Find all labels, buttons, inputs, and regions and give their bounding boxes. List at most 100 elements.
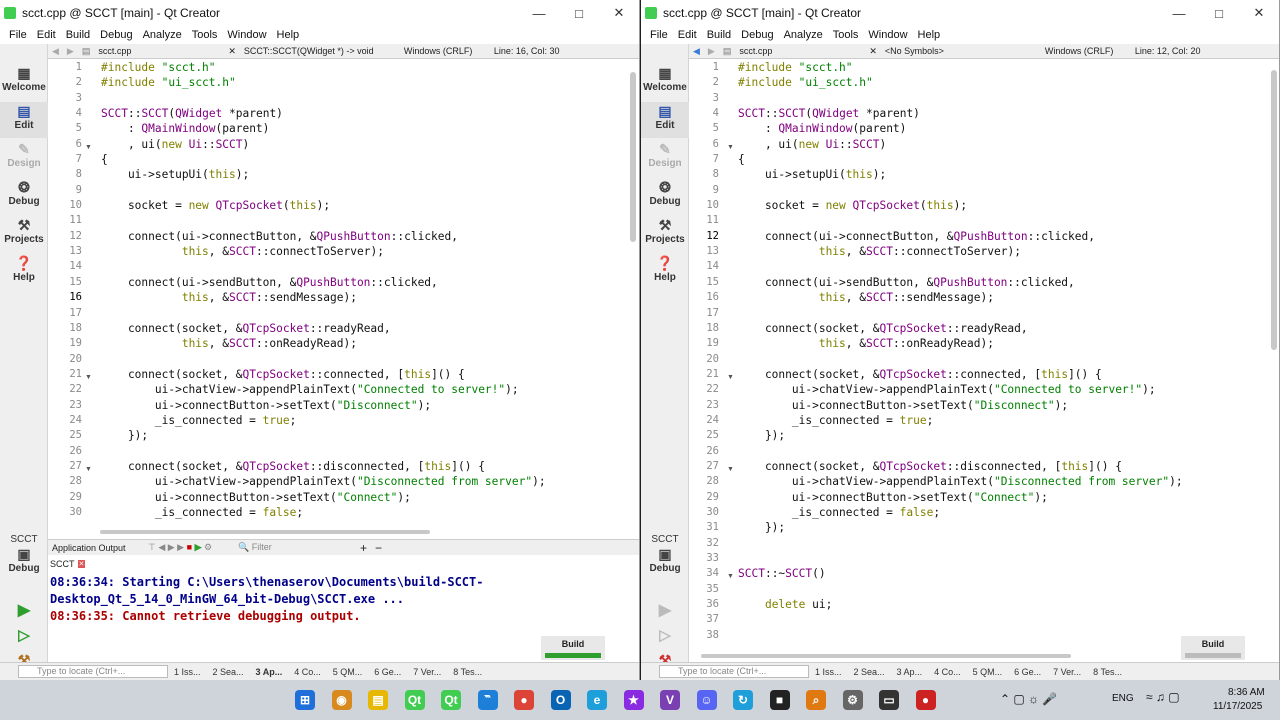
code-line[interactable]: connect(ui->sendButton, &QPushButton::cl… [101,275,630,290]
code-line[interactable]: , ui(new Ui::SCCT) [738,137,1271,152]
menu-build[interactable]: Build [702,29,736,41]
menu-debug[interactable]: Debug [95,29,137,41]
mode-projects[interactable]: ⚒ Projects [0,216,48,252]
menu-tools[interactable]: Tools [187,29,223,41]
code-line[interactable]: : QMainWindow(parent) [101,121,630,136]
horizontal-scrollbar[interactable] [701,654,1071,658]
mode-help[interactable]: ❓ Help [0,254,48,290]
mode-debug[interactable]: ❂ Debug [641,178,689,214]
code-line[interactable] [738,91,1271,106]
mode-debug[interactable]: ❂ Debug [0,178,48,214]
vertical-scrollbar[interactable] [630,72,636,242]
build-progress[interactable]: Build [1181,636,1245,660]
run-icon[interactable]: ▶ [0,600,48,622]
close-document-icon[interactable]: ✕ [865,46,881,57]
encoding-selector[interactable]: Windows (CRLF) [400,46,490,56]
code-line[interactable]: this, &SCCT::onReadyRead); [738,336,1271,351]
close-document-icon[interactable]: ✕ [224,46,240,57]
code-line[interactable]: }); [738,428,1271,443]
fold-marker-icon[interactable]: ▼ [85,374,92,381]
cursor-position[interactable]: Line: 12, Col: 20 [1131,46,1205,56]
pane-issues[interactable]: 1 Iss... [815,667,842,677]
code-line[interactable]: : QMainWindow(parent) [738,121,1271,136]
maximize-icon[interactable]: □ [1199,6,1239,21]
encoding-selector[interactable]: Windows (CRLF) [1041,46,1131,56]
code-line[interactable]: this, &SCCT::connectToServer); [738,244,1271,259]
menu-window[interactable]: Window [222,29,271,41]
code-text[interactable]: #include "scct.h" #include "ui_scct.h" SC… [101,60,630,522]
pane-version[interactable]: 7 Ver... [413,667,441,677]
cursor-position[interactable]: Line: 16, Col: 30 [490,46,564,56]
forward-icon[interactable]: ▶ [63,46,78,57]
pane-tests[interactable]: 8 Tes... [1093,667,1122,677]
code-line[interactable]: this, &SCCT::sendMessage); [101,290,630,305]
code-line[interactable]: connect(socket, &QTcpSocket::readyRead, [101,321,630,336]
fold-marker-icon[interactable]: ▼ [727,374,734,381]
code-line[interactable] [738,213,1271,228]
code-line[interactable]: ui->chatView->appendPlainText("Connected… [101,382,630,397]
code-line[interactable]: ui->setupUi(this); [101,167,630,182]
horizontal-scrollbar[interactable] [100,530,430,534]
qt-creator-icon[interactable]: Qt [404,690,425,710]
code-line[interactable] [101,259,630,274]
visual-studio-icon[interactable]: V [660,690,680,710]
menu-analyze[interactable]: Analyze [138,29,187,41]
mode-design[interactable]: ✎ Design [0,140,48,176]
code-line[interactable]: }); [738,520,1271,535]
code-line[interactable]: connect(socket, &QTcpSocket::connected, … [101,367,630,382]
code-editor[interactable]: 1 2 3 4 5 6 7 8 9 10 11 12 13 14 15 16 17 18 19 20 21 22 23 24 2… [48,60,638,522]
pane-issues[interactable]: 1 Iss... [174,667,201,677]
mode-edit[interactable]: ▤ Edit [0,102,48,138]
edge-icon[interactable]: e [587,690,607,710]
chrome-icon[interactable]: ● [514,690,534,710]
menu-edit[interactable]: Edit [32,29,61,41]
code-line[interactable] [101,91,630,106]
menu-help[interactable]: Help [913,29,946,41]
pane-tests[interactable]: 8 Tes... [453,667,482,677]
app-icon[interactable]: ★ [623,690,644,710]
locator-input[interactable]: Type to locate (Ctrl+... [18,665,168,678]
menu-edit[interactable]: Edit [673,29,702,41]
vscode-icon[interactable]: ‷ [477,690,498,710]
minimize-icon[interactable]: — [1159,6,1199,21]
add-icon[interactable]: + [360,541,367,555]
symbol-selector[interactable]: <No Symbols> [881,46,1041,56]
vertical-scrollbar[interactable] [1271,70,1277,350]
tray-icons[interactable]: ⌃ ▢ ☼ 🎤 [1000,692,1057,706]
start-icon[interactable]: ⊞ [295,690,315,710]
code-line[interactable] [738,183,1271,198]
code-line[interactable]: }); [101,428,630,443]
code-line[interactable]: SCCT::~SCCT() [738,566,1271,581]
recorder-icon[interactable]: ● [915,690,936,710]
menu-build[interactable]: Build [61,29,95,41]
menu-tools[interactable]: Tools [828,29,864,41]
close-icon[interactable]: ✕ [599,5,639,21]
code-line[interactable]: ui->chatView->appendPlainText("Disconnec… [738,474,1271,489]
code-line[interactable]: _is_connected = true; [101,413,630,428]
pane-general[interactable]: 6 Ge... [374,667,401,677]
locator-input[interactable]: Type to locate (Ctrl+... [659,665,809,678]
code-line[interactable]: #include "scct.h" [101,60,630,75]
code-line[interactable]: #include "scct.h" [738,60,1271,75]
file-tab[interactable]: scct.cpp [735,46,865,56]
code-line[interactable] [101,352,630,367]
mode-welcome[interactable]: ▦ Welcome [641,64,689,100]
pane-general[interactable]: 6 Ge... [1014,667,1041,677]
fold-marker-icon[interactable]: ▼ [727,573,734,580]
close-tab-icon[interactable]: ✕ [77,559,86,568]
debug-run-icon[interactable]: ▷ [641,626,689,648]
copilot-icon[interactable]: ◉ [331,690,352,710]
code-line[interactable]: #include "ui_scct.h" [738,75,1271,90]
code-line[interactable]: #include "ui_scct.h" [101,75,630,90]
code-line[interactable]: _is_connected = false; [101,505,630,520]
code-line[interactable]: this, &SCCT::onReadyRead); [101,336,630,351]
pane-qml[interactable]: 5 QM... [973,667,1003,677]
code-line[interactable]: connect(socket, &QTcpSocket::disconnecte… [101,459,630,474]
code-line[interactable]: ui->connectButton->setText("Connect"); [101,490,630,505]
explorer-icon[interactable]: ▤ [368,690,388,710]
code-line[interactable]: socket = new QTcpSocket(this); [738,198,1271,213]
code-line[interactable]: delete ui; [738,597,1271,612]
back-icon[interactable]: ◀ [48,46,63,57]
network-icon[interactable]: ≈ ♫ ▢ [1146,690,1180,704]
code-line[interactable]: this, &SCCT::connectToServer); [101,244,630,259]
